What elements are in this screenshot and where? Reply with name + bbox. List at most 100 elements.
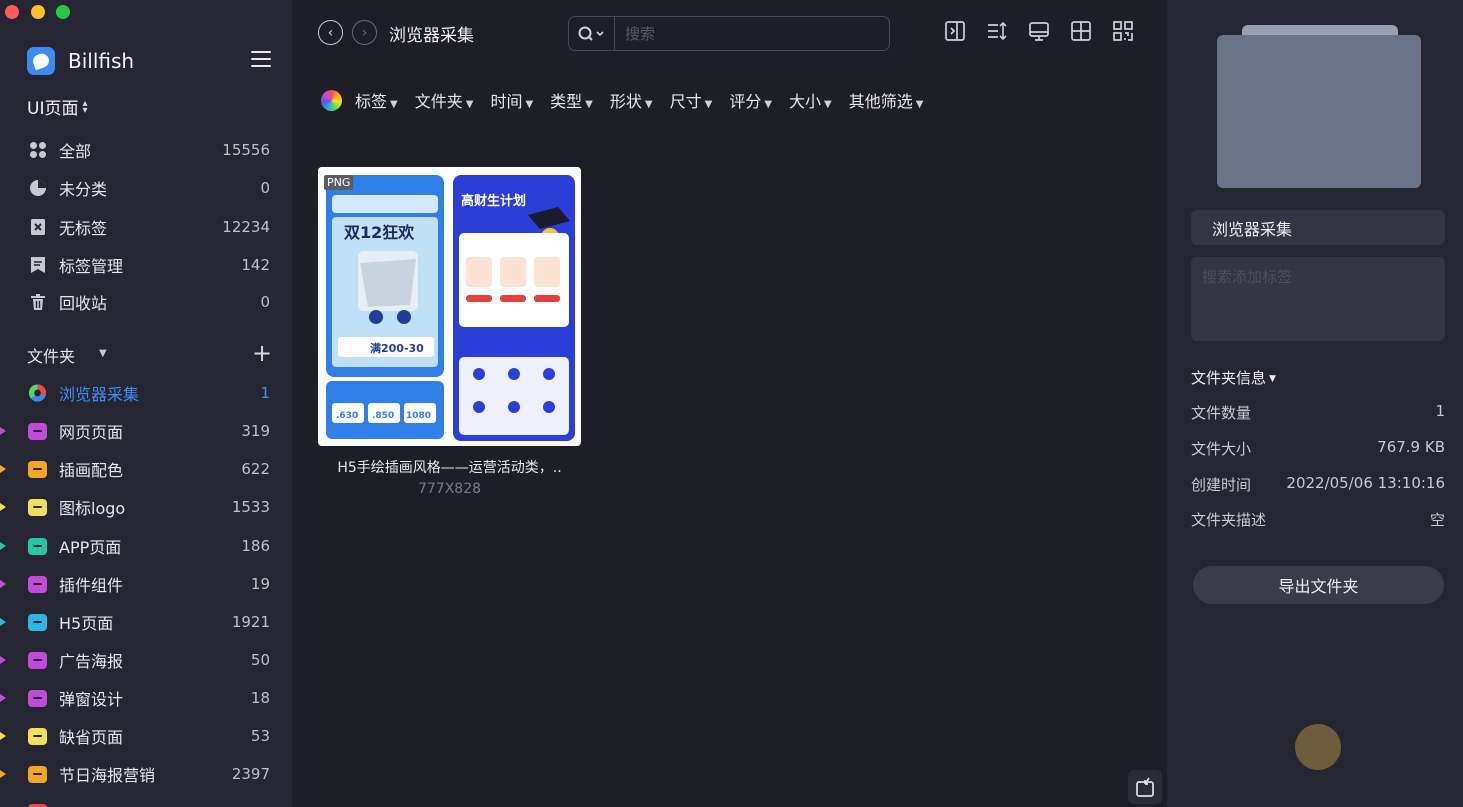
folder-item[interactable]: 广告海报 50 — [0, 643, 292, 677]
sort-icon[interactable] — [986, 20, 1008, 42]
filter-tag[interactable]: 标签 ▼ — [355, 88, 398, 112]
info-value: 1 — [1435, 402, 1445, 420]
nav-count: 15556 — [222, 141, 270, 159]
info-key: 创建时间 — [1191, 476, 1252, 494]
folder-item[interactable]: 缺省页面 53 — [0, 719, 292, 753]
layout-grid-icon[interactable] — [1070, 20, 1092, 42]
folder-item[interactable]: 网页页面 319 — [0, 414, 292, 448]
nav-item-no-tag[interactable]: 无标签 12234 — [0, 210, 292, 244]
forward-button[interactable]: › — [352, 20, 377, 45]
folder-item[interactable]: 节日海报营销 2397 — [0, 757, 292, 791]
info-row-description: 文件夹描述 空 — [1191, 509, 1445, 529]
color-filter-icon[interactable] — [321, 89, 342, 111]
folder-item[interactable]: H5页面 1921 — [0, 605, 292, 639]
qr-scan-icon[interactable] — [1112, 20, 1134, 42]
expand-arrow-icon[interactable] — [0, 694, 6, 702]
folder-label: 网页页面 — [59, 423, 124, 442]
page-title: 浏览器采集 — [389, 26, 474, 46]
filter-time[interactable]: 时间 ▼ — [490, 88, 533, 112]
filter-size[interactable]: 大小 ▼ — [789, 88, 832, 112]
folder-label: 图标logo — [59, 499, 126, 518]
search-box — [568, 16, 890, 51]
info-key: 文件数量 — [1191, 404, 1252, 422]
import-icon — [1136, 777, 1154, 797]
nav-label: 标签管理 — [59, 257, 124, 276]
asset-dimensions: 777X828 — [417, 481, 482, 497]
folder-icon — [28, 613, 47, 632]
main-content: ‹ › 浏览器采集 标签▼ 文件夹▼ 时间▼ 类型▼ 形状▼ 尺寸▼ 评分▼ 大… — [292, 0, 1167, 807]
folder-count: 2397 — [231, 765, 270, 783]
search-icon — [578, 26, 604, 41]
folder-item[interactable]: 插画配色 622 — [0, 452, 292, 486]
minimize-window-button[interactable] — [31, 5, 45, 19]
folder-icon — [28, 803, 47, 807]
expand-arrow-icon[interactable] — [0, 618, 6, 626]
filter-type[interactable]: 类型 ▼ — [550, 88, 593, 112]
expand-arrow-icon[interactable] — [0, 732, 6, 740]
nav-item-all[interactable]: 全部 15556 — [0, 133, 292, 167]
zoom-window-button[interactable] — [56, 5, 70, 19]
folder-icon — [28, 575, 47, 594]
folder-item-browser-collect[interactable]: 浏览器采集 1 — [0, 376, 292, 410]
expand-arrow-icon[interactable] — [0, 465, 6, 473]
caret-down-icon[interactable]: ▼ — [99, 348, 107, 359]
filter-folder[interactable]: 文件夹 ▼ — [415, 88, 474, 112]
folder-label: 插画配色 — [59, 461, 124, 480]
filter-other[interactable]: 其他筛选 ▼ — [849, 88, 924, 112]
filter-dimension[interactable]: 尺寸 ▼ — [670, 88, 713, 112]
add-folder-icon[interactable]: + — [252, 341, 272, 365]
import-button[interactable] — [1128, 770, 1162, 804]
nav-label: 未分类 — [59, 180, 108, 199]
toggle-panel-icon[interactable] — [944, 20, 966, 42]
tag-search-input[interactable] — [1191, 257, 1445, 341]
expand-arrow-icon[interactable] — [0, 770, 6, 778]
folder-count: 319 — [241, 422, 270, 440]
hamburger-menu-icon[interactable] — [251, 51, 271, 67]
export-folder-button[interactable]: 导出文件夹 — [1193, 566, 1444, 604]
expand-arrow-icon[interactable] — [0, 427, 6, 435]
close-window-button[interactable] — [5, 5, 19, 19]
folder-label: 广告海报 — [59, 652, 124, 671]
folder-item[interactable]: 弹窗设计 18 — [0, 681, 292, 715]
asset-thumbnail[interactable]: PNG 双12狂欢 满200-30 .630 .850 1080 高财生计划 — [318, 167, 581, 446]
search-mode-button[interactable] — [569, 17, 615, 50]
asset-name[interactable]: H5手绘插画风格——运营活动类，.. — [318, 457, 581, 477]
pointer-highlight — [1295, 724, 1341, 770]
folder-item[interactable]: 插件组件 19 — [0, 567, 292, 601]
folder-name-field[interactable]: 浏览器采集 — [1191, 210, 1445, 245]
sidebar: Billfish UI页面 ▴ ▾ 全部 15556 未分类 0 无标签 122… — [0, 0, 292, 807]
folder-count: 18 — [250, 689, 270, 707]
info-key: 文件大小 — [1191, 440, 1252, 458]
filter-rating[interactable]: 评分 ▼ — [729, 88, 772, 112]
expand-arrow-icon[interactable] — [0, 656, 6, 664]
folder-count: 622 — [241, 460, 270, 478]
library-switcher[interactable]: UI页面 ▴ ▾ — [27, 94, 88, 119]
folder-count: 1921 — [231, 613, 270, 631]
expand-arrow-icon[interactable] — [0, 542, 6, 550]
back-button[interactable]: ‹ — [318, 20, 343, 45]
folder-count: 50 — [250, 651, 270, 669]
expand-arrow-icon[interactable] — [0, 503, 6, 511]
nav-item-trash[interactable]: 回收站 0 — [0, 285, 292, 319]
filter-shape[interactable]: 形状 ▼ — [610, 88, 653, 112]
folder-icon — [28, 460, 47, 479]
nav-item-tag-manage[interactable]: 标签管理 142 — [0, 248, 292, 282]
thumb-left-num-1: .630 — [336, 411, 358, 421]
search-input[interactable] — [625, 24, 875, 44]
folder-item[interactable]: 图标logo 1533 — [0, 490, 292, 524]
info-value: 767.9 KB — [1377, 438, 1445, 456]
folder-item[interactable]: APP页面 186 — [0, 529, 292, 563]
folder-label: H5页面 — [59, 614, 114, 633]
folder-label: 浏览器采集 — [59, 385, 140, 404]
info-value: 空 — [1429, 511, 1445, 529]
nav-item-uncategorized[interactable]: 未分类 0 — [0, 171, 292, 205]
folder-icon — [28, 422, 47, 441]
folder-info-toggle[interactable]: 文件夹信息 ▼ — [1191, 367, 1276, 388]
expand-arrow-icon[interactable] — [0, 580, 6, 588]
folder-item-partial[interactable] — [0, 795, 292, 807]
folder-label: 节日海报营销 — [59, 766, 156, 785]
thumb-left-title: 双12狂欢 — [344, 223, 415, 242]
monitor-icon[interactable] — [1028, 20, 1050, 42]
folder-icon — [28, 689, 47, 708]
folder-count: 1 — [260, 384, 270, 402]
